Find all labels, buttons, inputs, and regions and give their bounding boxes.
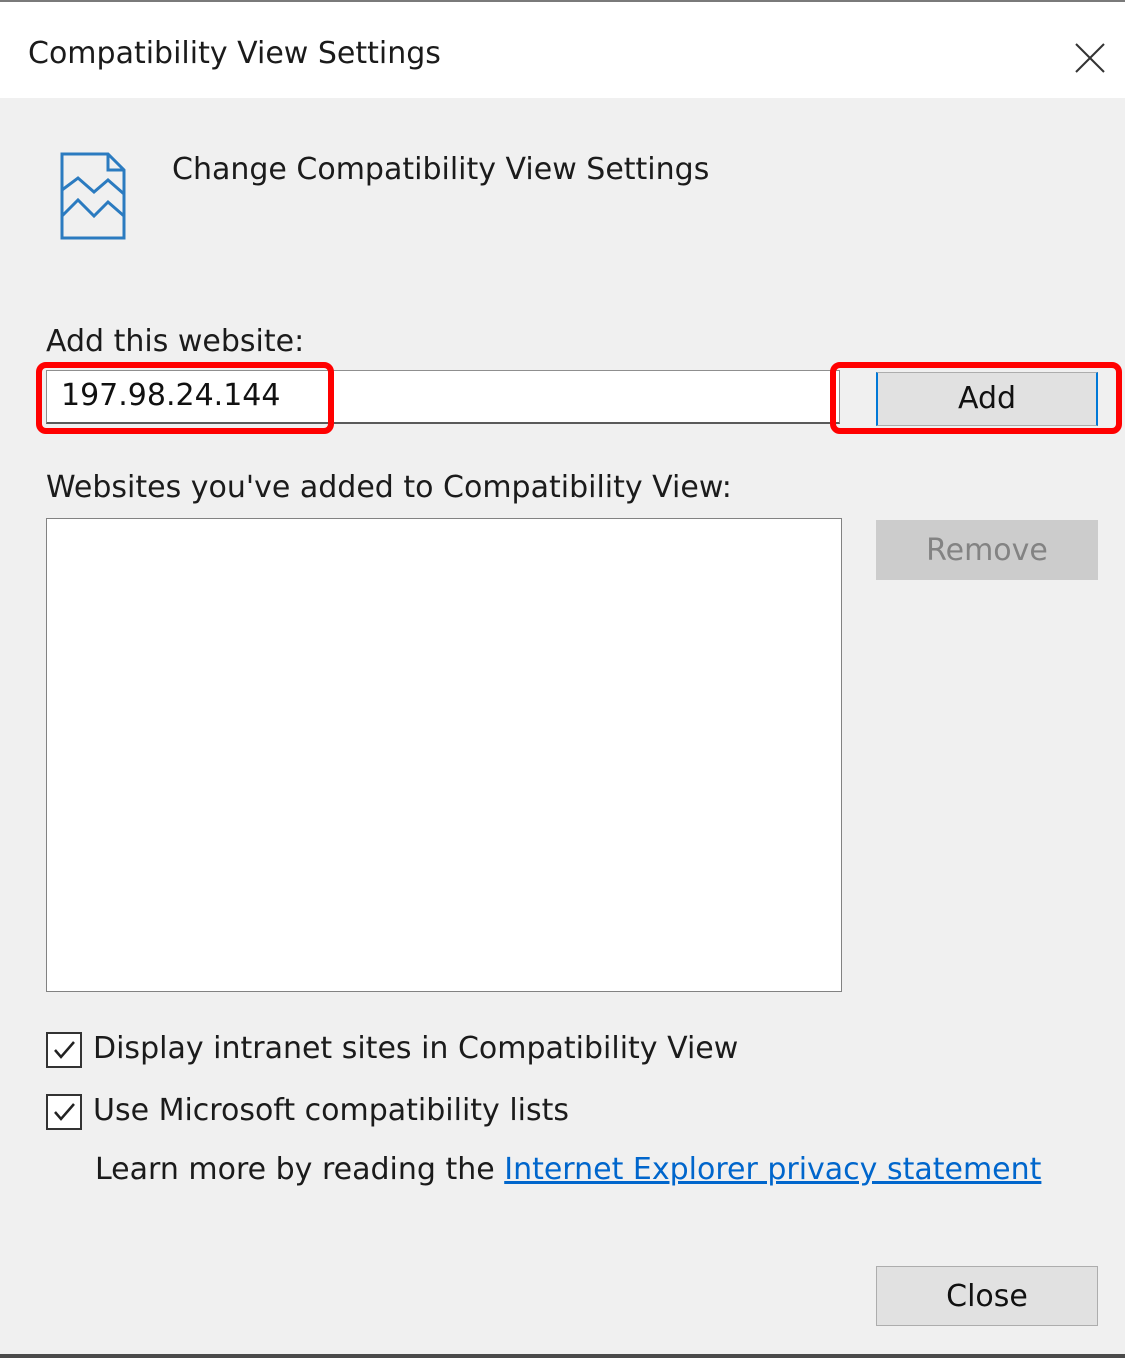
learn-more-text: Learn more by reading the Internet Explo… (95, 1152, 1041, 1187)
ms-lists-checkbox-label[interactable]: Use Microsoft compatibility lists (93, 1093, 569, 1128)
remove-button[interactable]: Remove (876, 520, 1098, 580)
learn-more-prefix: Learn more by reading the (95, 1152, 505, 1187)
checkmark-icon (54, 1103, 75, 1121)
intranet-checkbox-label[interactable]: Display intranet sites in Compatibility … (93, 1031, 738, 1066)
privacy-statement-link[interactable]: Internet Explorer privacy statement (504, 1152, 1041, 1187)
add-website-label: Add this website: (46, 324, 305, 359)
close-icon[interactable] (1070, 38, 1110, 78)
checkmark-icon (54, 1041, 75, 1059)
close-button[interactable]: Close (876, 1266, 1098, 1326)
dialog-heading: Change Compatibility View Settings (172, 152, 710, 187)
window-bottom-border (0, 1354, 1125, 1358)
websites-list-label: Websites you've added to Compatibility V… (46, 470, 732, 505)
add-button[interactable]: Add (876, 372, 1098, 426)
websites-listbox[interactable] (46, 518, 842, 992)
website-input[interactable]: 197.98.24.144 (46, 370, 840, 424)
intranet-checkbox[interactable] (46, 1032, 82, 1068)
compatibility-page-icon (60, 152, 126, 240)
window-title: Compatibility View Settings (28, 36, 441, 71)
ms-lists-checkbox[interactable] (46, 1094, 82, 1130)
title-bar: Compatibility View Settings (0, 0, 1125, 98)
